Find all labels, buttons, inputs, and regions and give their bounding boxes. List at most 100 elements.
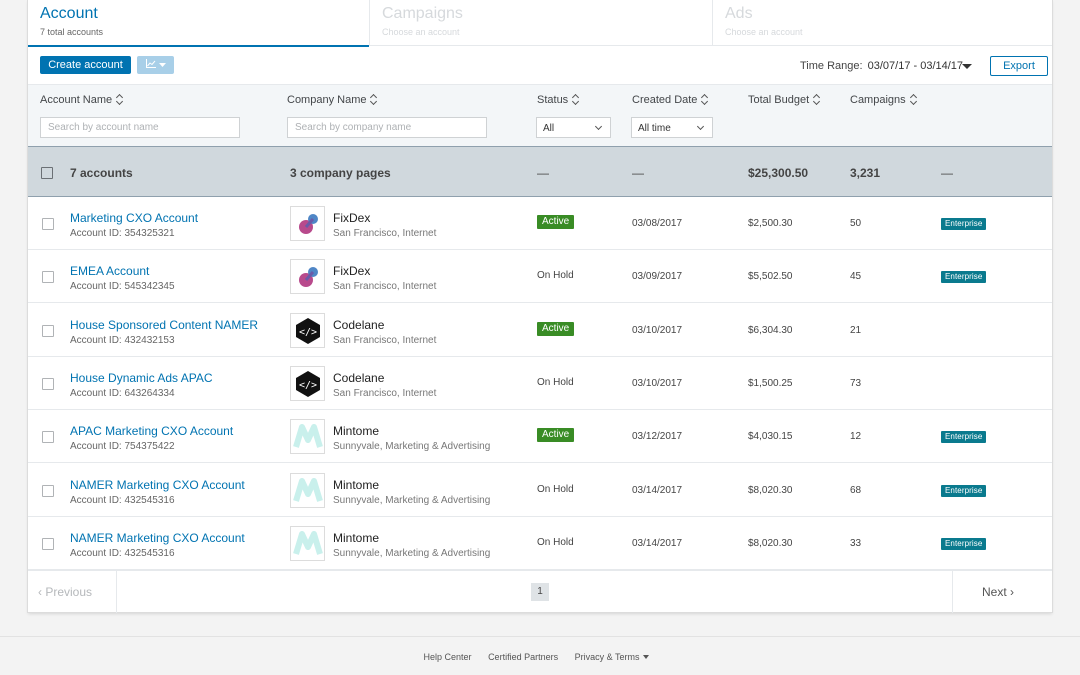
summary-budget: $25,300.50	[748, 166, 809, 180]
status-badge: On Hold	[537, 537, 574, 548]
total-budget: $6,304.30	[748, 325, 793, 336]
tab-campaigns[interactable]: Campaigns Choose an account	[370, 0, 713, 46]
status-badge: On Hold	[537, 270, 574, 281]
select-all-checkbox[interactable]	[41, 167, 53, 179]
enterprise-badge: Enterprise	[941, 538, 987, 550]
account-name-link[interactable]: Marketing CXO Account	[70, 211, 198, 225]
status-filter-value: All	[543, 123, 555, 134]
tab-ads-subtitle: Choose an account	[725, 27, 803, 37]
certified-partners-link[interactable]: Certified Partners	[488, 652, 558, 662]
created-date: 03/10/2017	[632, 325, 683, 336]
enterprise-badge: Enterprise	[941, 431, 987, 443]
svg-text:</>: </>	[298, 327, 316, 338]
company-logo	[290, 526, 325, 561]
help-center-link[interactable]: Help Center	[424, 652, 472, 662]
column-label: Campaigns	[850, 94, 906, 106]
date-filter-select[interactable]: All time	[631, 117, 713, 138]
company-search-input[interactable]	[287, 117, 487, 138]
page-number-button[interactable]: 1	[531, 583, 549, 601]
toolbar: Create account Time Range: 03/07/17 - 03…	[28, 47, 1052, 84]
column-company-name[interactable]: Company Name	[287, 93, 378, 106]
tab-account-title: Account	[40, 5, 98, 22]
account-name-link[interactable]: House Sponsored Content NAMER	[70, 318, 258, 332]
chevron-right-icon: ›	[1010, 585, 1015, 599]
sort-icon	[910, 94, 918, 104]
entity-tabs: Account 7 total accounts Campaigns Choos…	[28, 0, 1052, 47]
column-label: Created Date	[632, 94, 698, 106]
total-budget: $2,500.30	[748, 218, 793, 229]
column-label: Total Budget	[748, 94, 810, 106]
account-id: Account ID: 432545316	[70, 495, 175, 506]
company-location: San Francisco, Internet	[333, 281, 437, 292]
time-range-selector[interactable]: Time Range: 03/07/17 - 03/14/17	[800, 60, 972, 72]
company-logo: </>	[290, 313, 325, 348]
privacy-terms-link[interactable]: Privacy & Terms	[575, 652, 657, 662]
row-checkbox[interactable]	[42, 218, 54, 230]
total-budget: $5,502.50	[748, 271, 793, 282]
created-date: 03/12/2017	[632, 431, 683, 442]
column-campaigns[interactable]: Campaigns	[850, 93, 918, 106]
summary-status: —	[537, 166, 549, 180]
company-location: Sunnyvale, Marketing & Advertising	[333, 495, 491, 506]
campaign-count: 45	[850, 271, 862, 282]
tab-account[interactable]: Account 7 total accounts	[28, 0, 370, 47]
row-checkbox[interactable]	[42, 431, 54, 443]
account-search-input[interactable]	[40, 117, 240, 138]
account-name-link[interactable]: NAMER Marketing CXO Account	[70, 478, 245, 492]
table-row: House Sponsored Content NAMER Account ID:…	[28, 304, 1052, 357]
tab-ads[interactable]: Ads Choose an account	[713, 0, 1052, 46]
account-name-link[interactable]: EMEA Account	[70, 264, 149, 278]
company-logo	[290, 473, 325, 508]
account-name-link[interactable]: NAMER Marketing CXO Account	[70, 531, 245, 545]
column-label: Company Name	[287, 94, 367, 106]
caret-down-icon	[643, 655, 650, 659]
previous-page-button[interactable]: ‹ Previous	[28, 571, 117, 613]
row-checkbox[interactable]	[42, 538, 54, 550]
privacy-terms-label: Privacy & Terms	[574, 652, 640, 662]
table-row: EMEA Account Account ID: 545342345 FixDex S…	[28, 250, 1052, 303]
campaign-count: 21	[850, 325, 862, 336]
sort-icon	[813, 94, 821, 104]
row-checkbox[interactable]	[42, 325, 54, 337]
account-id: Account ID: 432545316	[70, 548, 175, 559]
column-created-date[interactable]: Created Date	[632, 93, 709, 106]
status-filter-select[interactable]: All	[536, 117, 611, 138]
table-row: Marketing CXO Account Account ID: 3543253…	[28, 197, 1052, 250]
company-name: FixDex	[333, 211, 371, 225]
table-row: House Dynamic Ads APAC Account ID: 643264…	[28, 357, 1052, 410]
table-row: APAC Marketing CXO Account Account ID: 75…	[28, 410, 1052, 463]
next-page-button[interactable]: Next ›	[952, 571, 1052, 613]
summary-row: 7 accounts 3 company pages — — $25,300.5…	[28, 146, 1052, 197]
total-budget: $4,030.15	[748, 431, 793, 442]
account-id: Account ID: 432432153	[70, 335, 175, 346]
column-label: Account Name	[40, 94, 113, 106]
table-row: NAMER Marketing CXO Account Account ID: 4…	[28, 517, 1052, 570]
row-checkbox[interactable]	[42, 378, 54, 390]
company-name: Codelane	[333, 371, 385, 385]
company-logo: </>	[290, 366, 325, 401]
campaign-count: 50	[850, 218, 862, 229]
column-account-name[interactable]: Account Name	[40, 93, 124, 106]
row-checkbox[interactable]	[42, 485, 54, 497]
campaign-count: 68	[850, 485, 862, 496]
sort-icon	[116, 94, 124, 104]
summary-date: —	[632, 166, 644, 180]
tab-ads-title: Ads	[725, 5, 753, 22]
company-logo	[290, 206, 325, 241]
total-budget: $8,020.30	[748, 538, 793, 549]
summary-companies: 3 company pages	[290, 166, 391, 180]
chart-dropdown-button[interactable]	[137, 56, 174, 74]
column-status[interactable]: Status	[537, 93, 580, 106]
company-location: San Francisco, Internet	[333, 388, 437, 399]
account-name-link[interactable]: House Dynamic Ads APAC	[70, 371, 213, 385]
caret-down-icon	[962, 64, 972, 69]
svg-text:</>: </>	[298, 380, 316, 391]
export-button[interactable]: Export	[990, 56, 1048, 76]
create-account-button[interactable]: Create account	[40, 56, 131, 74]
row-checkbox[interactable]	[42, 271, 54, 283]
account-id: Account ID: 754375422	[70, 441, 175, 452]
status-badge: Active	[537, 428, 575, 442]
account-name-link[interactable]: APAC Marketing CXO Account	[70, 424, 233, 438]
enterprise-badge: Enterprise	[941, 271, 987, 283]
column-total-budget[interactable]: Total Budget	[748, 93, 821, 106]
